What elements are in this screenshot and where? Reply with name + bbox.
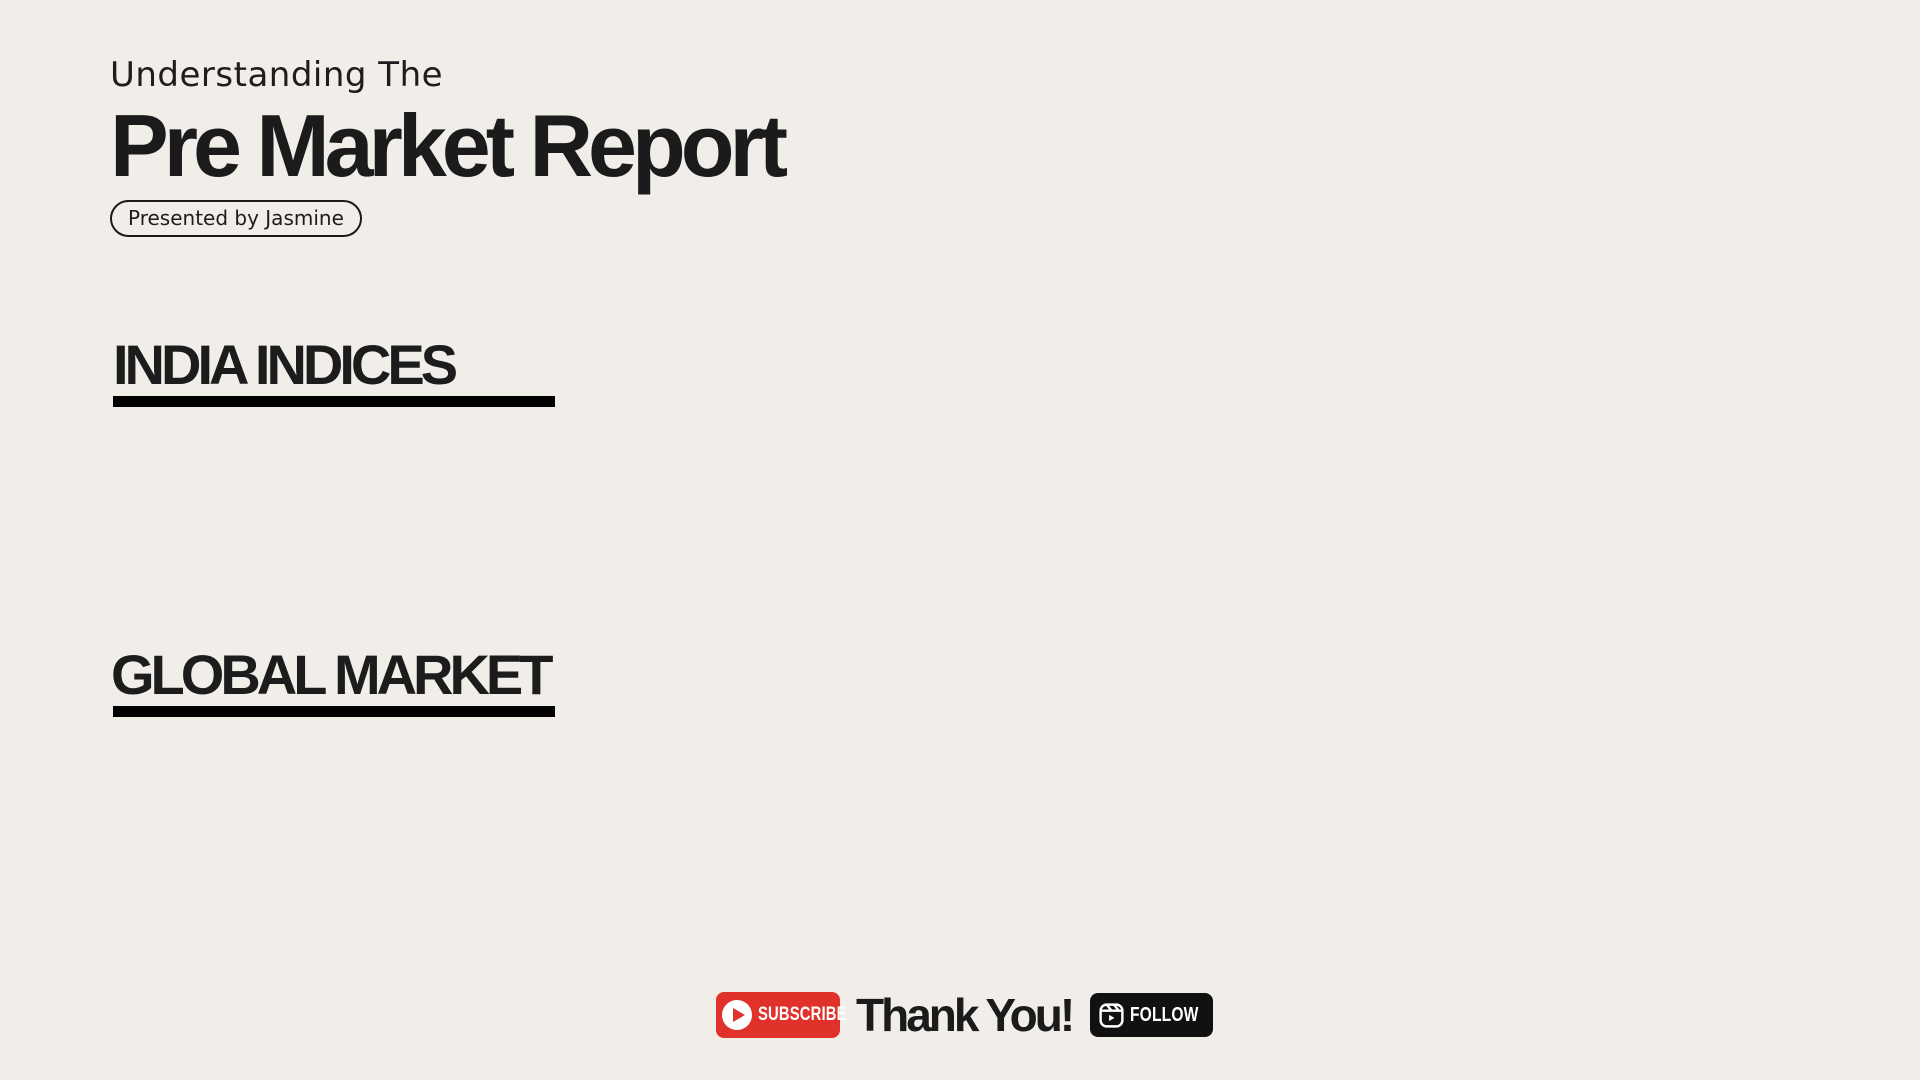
subscribe-label: SUBSCRIBE [758,1004,847,1025]
closing-footer: SUBSCRIBE Thank You! FOLLOW [716,989,1214,1041]
presenter-pill: Presented by Jasmine [110,200,362,237]
report-header: Understanding The Pre Market Report Pres… [110,58,870,237]
india-indices-underline [113,396,555,407]
global-market-heading: GLOBAL MARKET [111,643,553,706]
report-kicker: Understanding The [110,55,444,95]
youtube-play-icon [722,1000,752,1030]
global-market-underline [113,706,555,717]
follow-button[interactable]: FOLLOW [1090,993,1214,1037]
report-title: Pre Market Report [110,96,788,195]
instagram-reels-icon [1099,1002,1124,1028]
subscribe-button[interactable]: SUBSCRIBE [716,992,847,1038]
india-indices-heading: INDIA INDICES [113,333,458,396]
thank-you-text: Thank You! [856,989,1075,1041]
follow-label: FOLLOW [1130,1003,1199,1026]
